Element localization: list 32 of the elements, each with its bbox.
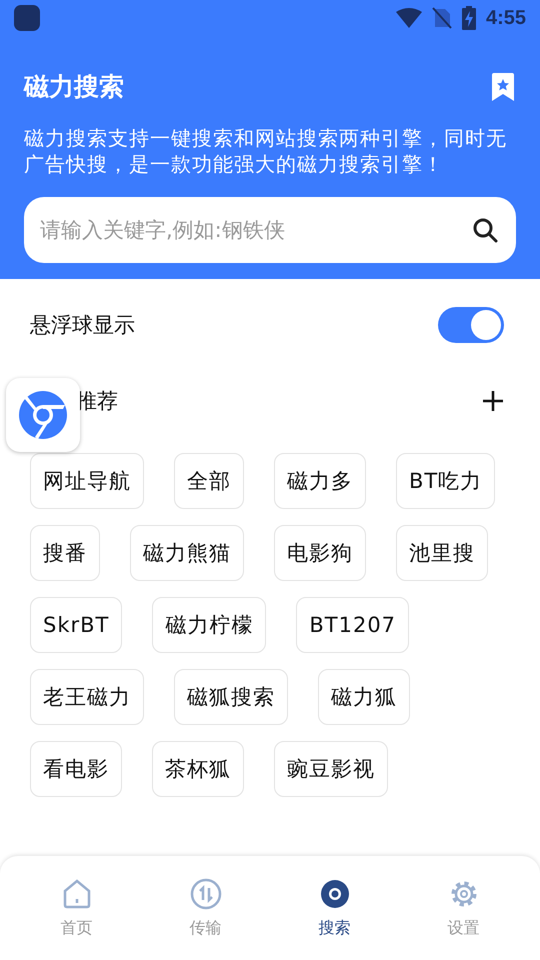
site-tag[interactable]: SkrBT [30,597,122,653]
site-tag[interactable]: 搜番 [30,525,100,581]
site-tag[interactable]: 全部 [174,453,244,509]
nav-tab[interactable]: 搜索 [280,878,390,938]
site-tag[interactable]: 看电影 [30,741,122,797]
site-tag[interactable]: 磁力狐 [318,669,410,725]
site-tag[interactable]: BT1207 [296,597,410,653]
wifi-icon [396,8,422,28]
transfer-icon [190,878,222,910]
site-tag[interactable]: 池里搜 [396,525,488,581]
floating-ball-label: 悬浮球显示 [30,312,135,339]
site-tag[interactable]: 磁狐搜索 [174,669,288,725]
app-description: 磁力搜索支持一键搜索和网站搜索两种引擎，同时无广告快搜，是一款功能强大的磁力搜索引擎！ [24,125,508,177]
site-tag[interactable]: 磁力熊猫 [130,525,244,581]
site-tag[interactable]: 网址导航 [30,453,144,509]
site-tag[interactable]: 电影狗 [274,525,366,581]
floating-ball-switch[interactable] [438,307,504,343]
add-icon[interactable] [482,390,504,412]
site-tag[interactable]: 老王磁力 [30,669,144,725]
status-time: 4:55 [486,6,526,30]
battery-icon [462,6,476,30]
site-tag[interactable]: 豌豆影视 [274,741,388,797]
site-tag[interactable]: 磁力多 [274,453,366,509]
site-tag[interactable]: BT吃力 [396,453,496,509]
search-field[interactable]: 请输入关键字,例如:钢铁侠 [24,197,516,263]
site-tag[interactable]: 茶杯狐 [152,741,244,797]
bookmark-icon[interactable] [490,72,516,100]
app-icon [14,5,40,31]
site-tag[interactable]: 磁力柠檬 [152,597,266,653]
app-title: 磁力搜索 [24,71,124,103]
search-icon[interactable] [472,217,498,243]
no-sim-icon [432,7,452,29]
